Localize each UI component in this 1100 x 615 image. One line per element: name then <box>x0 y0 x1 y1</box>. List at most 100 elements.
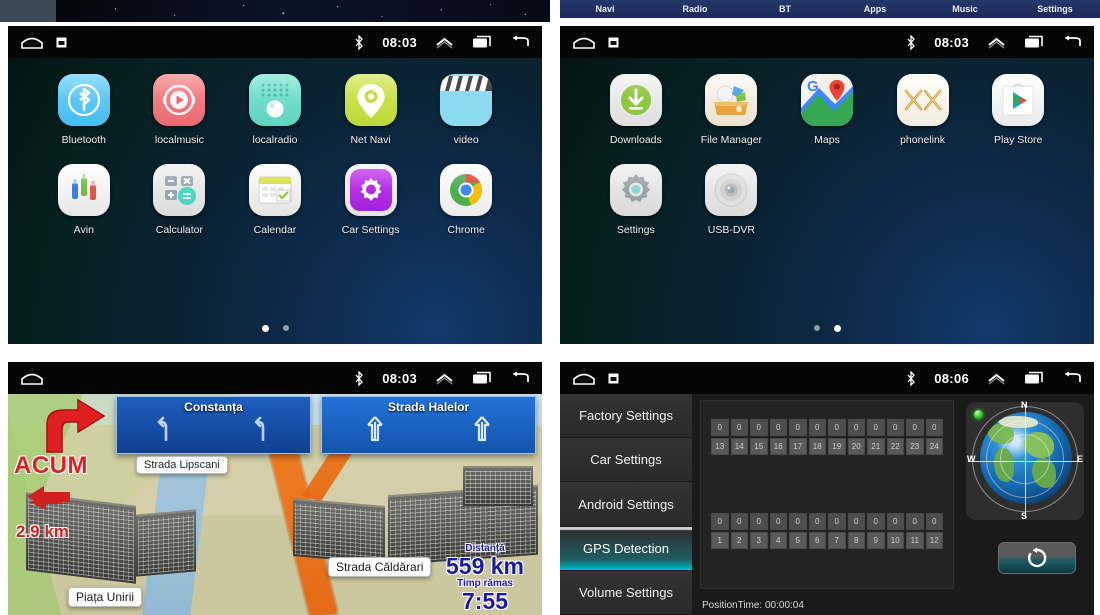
maneuver-now-label: ACUM <box>14 452 88 479</box>
back-icon[interactable] <box>510 35 530 49</box>
app-settings[interactable]: Settings <box>588 164 684 236</box>
gps-value-cell: 0 <box>730 419 748 436</box>
app-label: localmusic <box>154 134 204 146</box>
app-label: Bluetooth <box>61 134 106 146</box>
app-video[interactable]: video <box>418 74 514 146</box>
recents-icon[interactable] <box>1024 371 1044 385</box>
app-downloads[interactable]: Downloads <box>588 74 684 146</box>
home-icon[interactable] <box>572 35 596 49</box>
car-settings-app-icon <box>344 164 397 216</box>
compass-vertical-axis <box>1025 404 1026 518</box>
main-menu-strip[interactable]: Navi Radio BT Apps Music Settings <box>560 0 1100 18</box>
recents-icon[interactable] <box>472 35 492 49</box>
app-localradio[interactable]: localradio <box>227 74 323 146</box>
sidebar-item-android-settings[interactable]: Android Settings <box>560 482 692 527</box>
app-localmusic[interactable]: localmusic <box>132 74 228 146</box>
back-icon[interactable] <box>1062 35 1082 49</box>
screenshot-root: Navi Radio BT Apps Music Settings 08:03 <box>0 0 1100 615</box>
sidebar-item-volume-settings[interactable]: Volume Settings <box>560 570 692 615</box>
app-phonelink[interactable]: phonelink <box>875 74 971 146</box>
menu-item-navi[interactable]: Navi <box>560 4 650 14</box>
home-icon[interactable] <box>20 371 44 385</box>
gps-lower-index-row: 1 2 3 4 5 6 7 8 9 10 11 12 <box>711 532 943 549</box>
gps-value-cell: 0 <box>925 419 943 436</box>
app-label: video <box>453 134 479 146</box>
home-icon[interactable] <box>20 35 44 49</box>
gps-index-cell: 21 <box>867 438 885 455</box>
sidebar-item-car-settings[interactable]: Car Settings <box>560 438 692 483</box>
menu-item-music[interactable]: Music <box>920 4 1010 14</box>
app-file-manager[interactable]: File Manager <box>684 74 780 146</box>
back-icon[interactable] <box>510 371 530 385</box>
app-avin[interactable]: Avin <box>36 164 132 236</box>
page-dot-1[interactable] <box>261 325 269 332</box>
page-indicator-1[interactable] <box>8 325 542 332</box>
app-net-navi[interactable]: Net Navi <box>323 74 419 146</box>
recents-icon[interactable] <box>472 371 492 385</box>
app-calendar[interactable]: Calendar <box>227 164 323 236</box>
app-play-store[interactable]: Play Store <box>970 74 1066 146</box>
status-bar-clock: 08:03 <box>934 34 969 50</box>
menu-item-apps[interactable]: Apps <box>830 4 920 14</box>
status-bar-clock: 08:03 <box>382 370 417 386</box>
phonelink-app-icon <box>896 74 949 126</box>
gps-index-cell: 19 <box>828 438 846 455</box>
app-calculator[interactable]: Calculator <box>132 164 228 236</box>
gps-position-time: PositionTime: 00:00:04 <box>702 600 804 611</box>
bluetooth-app-icon <box>57 74 110 126</box>
screenshot-icon[interactable] <box>608 373 619 384</box>
sidebar-item-gps-detection[interactable]: GPS Detection <box>560 526 692 571</box>
recents-icon[interactable] <box>1024 35 1044 49</box>
app-drawer-panel-page1: 08:03 Bluetooth localmusic localradio Ne… <box>8 26 542 344</box>
sidebar-item-factory-settings[interactable]: Factory Settings <box>560 394 692 439</box>
screenshot-icon[interactable] <box>608 37 619 48</box>
app-car-settings[interactable]: Car Settings <box>323 164 419 236</box>
bluetooth-icon <box>354 33 364 51</box>
app-label: Play Store <box>993 134 1043 146</box>
refresh-icon <box>1027 547 1047 568</box>
chevron-up-icon[interactable] <box>435 372 454 385</box>
gps-value-cell: 0 <box>789 419 807 436</box>
play-store-app-icon <box>992 74 1045 126</box>
compass-label-west: W <box>967 454 976 464</box>
settings-content: 0 0 0 0 0 0 0 0 0 0 0 0 13 14 15 16 17 1… <box>692 394 1094 615</box>
home-icon[interactable] <box>572 371 596 385</box>
chevron-up-icon[interactable] <box>987 372 1006 385</box>
screenshot-icon[interactable] <box>56 37 67 48</box>
map-building <box>463 466 533 506</box>
app-usb-dvr[interactable]: USB-DVR <box>684 164 780 236</box>
menu-item-bt[interactable]: BT <box>740 4 830 14</box>
app-maps[interactable]: G Maps <box>779 74 875 146</box>
chevron-up-icon[interactable] <box>987 36 1006 49</box>
back-icon[interactable] <box>1062 371 1082 385</box>
menu-item-settings[interactable]: Settings <box>1010 4 1100 14</box>
downloads-app-icon <box>609 74 662 126</box>
menu-item-radio[interactable]: Radio <box>650 4 740 14</box>
chevron-up-icon[interactable] <box>435 36 454 49</box>
map-canvas[interactable]: Constanța Strada Halelor ACUM 2.9 km Str… <box>8 394 542 615</box>
distance-value: 559 km <box>445 552 524 579</box>
settings-gps-panel: 08:06 Factory Settings Car Settings Andr… <box>560 362 1094 615</box>
gps-value-cell: 0 <box>847 419 865 436</box>
app-bluetooth[interactable]: Bluetooth <box>36 74 132 146</box>
app-chrome[interactable]: Chrome <box>418 164 514 236</box>
gps-index-cell: 10 <box>886 532 904 549</box>
gps-value-cell: 0 <box>769 513 787 530</box>
gps-value-cell: 0 <box>867 419 885 436</box>
gps-refresh-button[interactable] <box>998 542 1076 574</box>
page-dot-2[interactable] <box>833 325 841 332</box>
sign-right-arrows <box>322 414 535 442</box>
page-indicator-2[interactable] <box>560 325 1094 332</box>
straight-arrow-icon <box>367 416 384 442</box>
gps-index-cell: 14 <box>730 438 748 455</box>
app-label: Calculator <box>155 224 204 236</box>
gps-index-cell: 4 <box>769 532 787 549</box>
page-dot-2[interactable] <box>282 325 289 331</box>
status-bar-3: 08:03 <box>8 362 542 394</box>
gps-index-cell: 24 <box>925 438 943 455</box>
calculator-app-icon <box>153 164 206 216</box>
page-dot-1[interactable] <box>813 325 820 331</box>
map-building <box>136 509 196 577</box>
maneuver-distance: 2.9 km <box>16 522 69 541</box>
app-label: Calendar <box>253 224 297 236</box>
